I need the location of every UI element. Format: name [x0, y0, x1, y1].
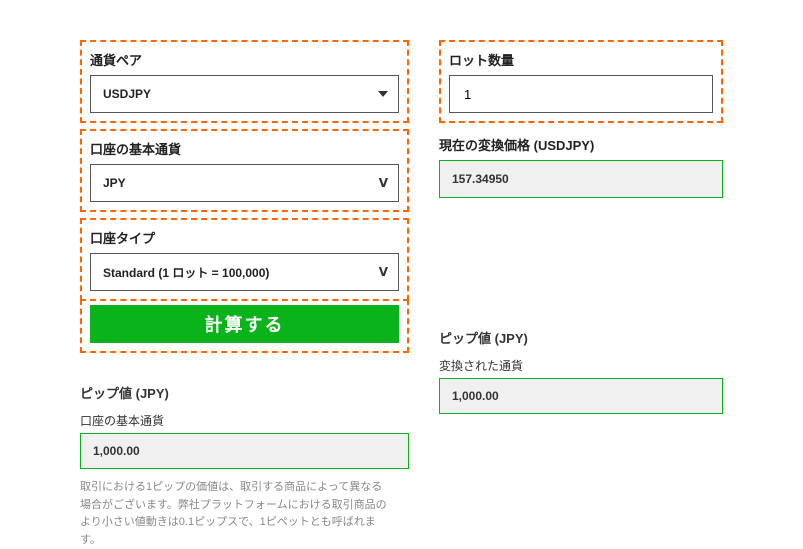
lots-group: ロット数量 [439, 40, 723, 123]
right-column: ロット数量 現在の変換価格 (USDJPY) 157.34950 ピップ値 (J… [439, 40, 723, 549]
lots-label: ロット数量 [449, 50, 713, 69]
lots-input-wrap [449, 75, 713, 113]
submit-group: 計算する [80, 299, 409, 353]
conversion-rate-group: 現在の変換価格 (USDJPY) 157.34950 [439, 129, 723, 198]
account-type-value: Standard (1 ロット = 100,000) [103, 264, 269, 281]
result-right-value: 1,000.00 [452, 389, 499, 403]
currency-pair-group: 通貨ペア USDJPY [80, 40, 409, 123]
conversion-rate-box: 157.34950 [439, 160, 723, 198]
pip-calculator-form: { "left": { "pair": { "label": "通貨ペア", "… [0, 0, 803, 500]
chevron-down-icon: 𝗩 [379, 265, 388, 279]
account-type-label: 口座タイプ [90, 228, 399, 247]
base-currency-group: 口座の基本通貨 JPY 𝗩 [80, 129, 409, 212]
result-left-title: ピップ値 (JPY) [80, 383, 409, 402]
account-type-select[interactable]: Standard (1 ロット = 100,000) 𝗩 [90, 253, 399, 291]
form-columns: 通貨ペア USDJPY 口座の基本通貨 JPY 𝗩 口座タイプ Standard… [80, 40, 723, 549]
account-type-group: 口座タイプ Standard (1 ロット = 100,000) 𝗩 [80, 218, 409, 301]
currency-pair-label: 通貨ペア [90, 50, 399, 69]
chevron-down-icon [378, 91, 388, 97]
result-right: ピップ値 (JPY) 変換された通貨 1,000.00 [439, 328, 723, 414]
conversion-rate-value: 157.34950 [452, 172, 509, 186]
conversion-rate-label: 現在の変換価格 (USDJPY) [439, 135, 723, 154]
footnote: 取引における1ピップの価値は、取引する商品によって異なる場合がございます。弊社プ… [80, 479, 390, 549]
result-right-title: ピップ値 (JPY) [439, 328, 723, 347]
base-currency-select[interactable]: JPY 𝗩 [90, 164, 399, 202]
result-left-sub: 口座の基本通貨 [80, 412, 409, 429]
result-right-box: 1,000.00 [439, 378, 723, 414]
currency-pair-value: USDJPY [103, 87, 151, 101]
result-left-value: 1,000.00 [93, 444, 140, 458]
result-left-box: 1,000.00 [80, 433, 409, 469]
lots-input[interactable] [462, 86, 700, 103]
base-currency-label: 口座の基本通貨 [90, 139, 399, 158]
chevron-down-icon: 𝗩 [379, 176, 388, 190]
base-currency-value: JPY [103, 176, 126, 190]
left-column: 通貨ペア USDJPY 口座の基本通貨 JPY 𝗩 口座タイプ Standard… [80, 40, 409, 549]
result-right-sub: 変換された通貨 [439, 357, 723, 374]
calculate-button[interactable]: 計算する [90, 305, 399, 343]
currency-pair-select[interactable]: USDJPY [90, 75, 399, 113]
result-left: ピップ値 (JPY) 口座の基本通貨 1,000.00 取引における1ピップの価… [80, 383, 409, 549]
